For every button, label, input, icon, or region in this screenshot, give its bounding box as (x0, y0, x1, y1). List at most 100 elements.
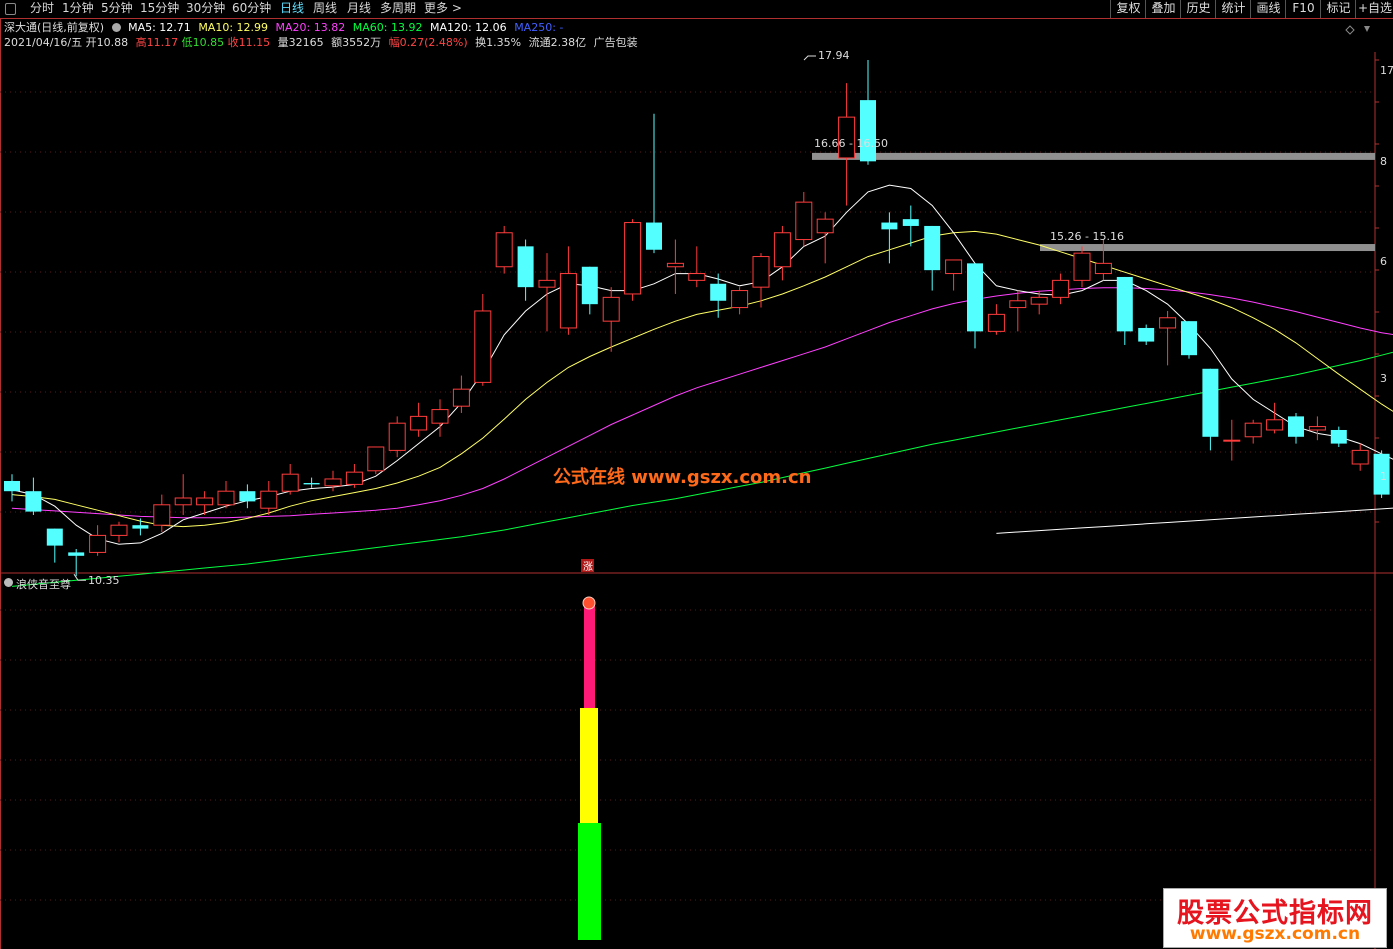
candle-body (1159, 317, 1177, 329)
candle (624, 219, 642, 301)
ma250-value: MA250: - (514, 21, 564, 34)
candle (538, 253, 556, 332)
toolbar-button-0[interactable]: 复权 (1110, 0, 1146, 18)
candle-body (1202, 368, 1219, 437)
candle (1266, 402, 1284, 434)
candle (196, 491, 214, 515)
ma120-line (996, 507, 1393, 534)
candle (132, 518, 149, 536)
candle-body (924, 225, 941, 271)
toolbar-button-6[interactable]: 标记 (1320, 0, 1356, 18)
candle-body (25, 491, 42, 512)
indicator-label[interactable]: 浪侠音至尊 (4, 576, 71, 592)
candle-body (495, 232, 513, 268)
candle (1094, 239, 1112, 281)
diamond-icon[interactable] (1345, 25, 1355, 35)
candle-body (1073, 252, 1091, 281)
period-tab-1[interactable]: 1分钟 (62, 0, 94, 18)
candle-body (1288, 416, 1304, 437)
ma5-line (11, 184, 1393, 545)
candle (1159, 310, 1177, 366)
zone2-label: 15.26 - 15.16 (1050, 230, 1124, 243)
candle-body (4, 480, 20, 492)
toolbar-button-4[interactable]: 画线 (1250, 0, 1286, 18)
candle (303, 477, 320, 488)
candle-body (581, 266, 598, 305)
period-tab-8[interactable]: 月线 (347, 0, 371, 18)
candle-body (324, 478, 342, 487)
change: 幅0.27(2.48%) (388, 36, 468, 49)
candle (773, 225, 791, 281)
indicator-toggle-icon[interactable] (4, 578, 13, 587)
price-axis-label: 8 (1380, 155, 1387, 168)
candle (1138, 324, 1155, 345)
candle (388, 416, 406, 458)
candle (860, 60, 876, 165)
low: 低10.85 (181, 36, 225, 49)
rise-marker-bg (581, 559, 594, 572)
candle (4, 474, 20, 502)
zone1-label: 16.66 - 16.50 (814, 137, 888, 150)
candle-body (902, 219, 919, 226)
candle (1030, 290, 1048, 315)
candle-body (1330, 429, 1347, 444)
candle (1116, 276, 1133, 345)
date: 2021/04/16/五 (4, 36, 83, 49)
candle (838, 83, 856, 206)
settings-icon[interactable] (111, 23, 121, 32)
period-tab-2[interactable]: 5分钟 (101, 0, 133, 18)
period-tab-0[interactable]: 分时 (30, 0, 54, 18)
ma-lines (11, 184, 1393, 587)
volume: 量32165 (277, 36, 324, 49)
candle-body (132, 525, 149, 529)
toolbar-button-7[interactable]: +自选 (1355, 0, 1393, 18)
candle-body (89, 534, 107, 553)
watermark: 公式在线 www.gszx.com.cn (553, 467, 812, 488)
close: 收11.15 (227, 36, 271, 49)
candle-body (624, 222, 642, 295)
period-tab-3[interactable]: 15分钟 (140, 0, 179, 18)
candle-body (46, 528, 63, 546)
candle (260, 480, 278, 515)
toolbar-button-5[interactable]: F10 (1285, 0, 1321, 18)
candle (1351, 443, 1369, 471)
candle (324, 470, 342, 492)
candle (217, 480, 235, 509)
stock-name[interactable]: 深大通(日线,前复权) (4, 21, 104, 34)
price-info: 2021/04/16/五 开10.88 高11.17 低10.85 收11.15… (4, 35, 642, 50)
period-tab-5[interactable]: 60分钟 (232, 0, 271, 18)
candle-body (110, 524, 128, 536)
toolbar-button-1[interactable]: 叠加 (1145, 0, 1181, 18)
candle (110, 521, 128, 543)
toolbar-button-3[interactable]: 统计 (1215, 0, 1251, 18)
low-marker (73, 573, 86, 581)
candle-body (281, 473, 299, 492)
toolbar-button-2[interactable]: 历史 (1180, 0, 1216, 18)
collapse-icon[interactable] (1364, 26, 1370, 32)
candle-body (431, 409, 449, 424)
rise-marker: 涨 (583, 561, 593, 573)
period-tab-7[interactable]: 周线 (313, 0, 337, 18)
resistance-zone-1 (812, 152, 1375, 160)
period-tab-9[interactable]: 多周期 (380, 0, 416, 18)
candle (239, 484, 256, 509)
ad-link[interactable]: 广告包装 (594, 36, 638, 49)
candle-body (1223, 439, 1241, 442)
candle-body (260, 490, 278, 509)
indicator-panel (578, 596, 601, 940)
candle (945, 259, 963, 291)
candle-body (945, 259, 963, 275)
period-tab-6[interactable]: 日线 (280, 0, 304, 18)
ma20-value: MA20: 13.82 (275, 21, 346, 34)
period-tab-4[interactable]: 30分钟 (186, 0, 225, 18)
toolbar-menu-icon[interactable] (5, 3, 16, 15)
resistance-zone-2 (1040, 244, 1375, 252)
candle (1052, 273, 1070, 305)
ma120-value: MA120: 12.06 (429, 21, 507, 34)
period-tab-10[interactable]: 更多 > (424, 0, 462, 18)
candle (1223, 419, 1241, 461)
candle (602, 287, 620, 352)
candle-body (967, 263, 983, 332)
candle (967, 263, 983, 349)
candle-body (1052, 279, 1070, 298)
